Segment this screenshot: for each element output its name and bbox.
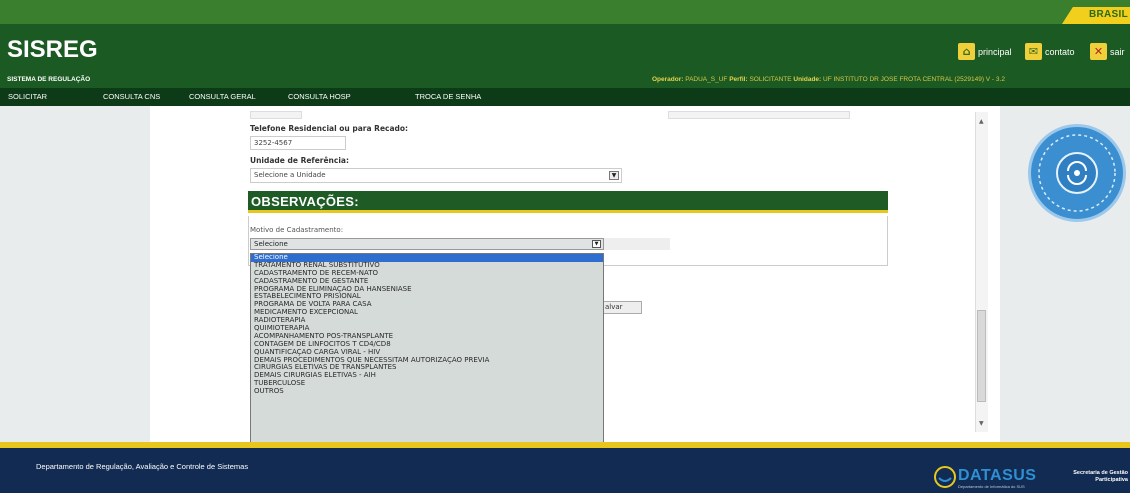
salvar-button[interactable]: alvar	[598, 301, 642, 314]
motivo-field-bg	[604, 238, 670, 250]
dropdown-option[interactable]: QUANTIFICAÇÃO CARGA VIRAL - HIV	[251, 349, 603, 357]
app-header: SISREG SISTEMA DE REGULAÇÃO ⌂ principal …	[0, 24, 1130, 88]
dropdown-option[interactable]: ACOMPANHAMENTO PÓS-TRANSPLANTE	[251, 333, 603, 341]
seal-graphic	[1038, 134, 1116, 212]
operador-value: PADUA_S_UF	[685, 76, 728, 83]
close-icon: ✕	[1090, 43, 1107, 60]
footer-text: Departamento de Regulação, Avaliação e C…	[36, 462, 249, 471]
dropdown-option[interactable]: QUIMIOTERAPIA	[251, 325, 603, 333]
ambiente-treinamento-seal	[1028, 124, 1126, 222]
menu-consulta-geral[interactable]: CONSULTA GERAL	[189, 92, 256, 101]
top-strip: BRASIL	[0, 0, 1130, 24]
home-icon: ⌂	[958, 43, 975, 60]
telefone-label: Telefone Residencial ou para Recado:	[250, 124, 409, 133]
scroll-down-icon[interactable]: ▼	[979, 420, 984, 427]
menu-consulta-hosp[interactable]: CONSULTA HOSP	[288, 92, 351, 101]
mail-icon: ✉	[1025, 43, 1042, 60]
dropdown-option[interactable]: PROGRAMA DE VOLTA PARA CASA	[251, 301, 603, 309]
dropdown-option[interactable]: PROGRAMA DE ELIMINAÇÃO DA HANSENÍASE	[251, 286, 603, 294]
menu-troca-de-senha[interactable]: TROCA DE SENHA	[415, 92, 481, 101]
dropdown-option[interactable]: CADASTRAMENTO DE RECEM-NATO	[251, 270, 603, 278]
dropdown-option[interactable]: ESTABELECIMENTO PRISIONAL	[251, 293, 603, 301]
cut-off-field	[250, 111, 302, 119]
perfil-label: Perfil:	[729, 76, 748, 83]
cut-off-field-right	[668, 111, 850, 119]
observacoes-header: OBSERVAÇÕES:	[248, 191, 888, 213]
sair-label: sair	[1110, 46, 1125, 57]
vertical-scrollbar[interactable]: ▲ ▼	[975, 112, 988, 432]
telefone-input[interactable]: 3252-4567	[250, 136, 346, 150]
dropdown-option[interactable]: MEDICAMENTO EXCEPCIONAL	[251, 309, 603, 317]
sisreg-subtitle: SISTEMA DE REGULAÇÃO	[7, 76, 91, 83]
chevron-down-icon[interactable]: ▼	[592, 240, 601, 248]
brasil-label: BRASIL	[1088, 9, 1128, 20]
sair-link[interactable]: ✕ sair	[1090, 43, 1125, 60]
brasil-badge[interactable]: BRASIL	[1062, 7, 1130, 24]
unidade-value: UF INSTITUTO DR JOSE FROTA CENTRAL (2529…	[823, 76, 1005, 83]
dropdown-option[interactable]: Selecione	[251, 254, 603, 262]
motivo-selected-value: Selecione	[254, 240, 288, 248]
footer: Departamento de Regulação, Avaliação e C…	[0, 448, 1130, 493]
dropdown-option[interactable]: CIRURGIAS ELETIVAS DE TRANSPLANTES	[251, 364, 603, 372]
dropdown-option[interactable]: DEMAIS PROCEDIMENTOS QUE NECESSITAM AUTO…	[251, 357, 603, 365]
dropdown-option[interactable]: CADASTRAMENTO DE GESTANTE	[251, 278, 603, 286]
datasus-subtitle: Departamento de Informática do SUS	[958, 484, 1025, 489]
menu-consulta-cns[interactable]: CONSULTA CNS	[103, 92, 160, 101]
unidade-referencia-label: Unidade de Referência:	[250, 156, 349, 165]
scroll-up-icon[interactable]: ▲	[979, 118, 984, 125]
dropdown-option[interactable]: RADIOTERAPIA	[251, 317, 603, 325]
dropdown-option[interactable]: OUTROS	[251, 388, 603, 396]
principal-label: principal	[978, 46, 1012, 57]
chevron-down-icon[interactable]: ▼	[609, 171, 619, 180]
motivo-select[interactable]: Selecione ▼	[250, 238, 604, 250]
dropdown-option[interactable]: TUBERCULOSE	[251, 380, 603, 388]
motivo-dropdown-list[interactable]: Selecione TRATAMENTO RENAL SUBSTITUTIVO CA…	[250, 253, 604, 448]
unidade-label: Unidade:	[793, 76, 822, 83]
motivo-label: Motivo de Cadastramento:	[250, 226, 344, 234]
observacoes-title: OBSERVAÇÕES:	[251, 194, 359, 209]
scrollbar-thumb[interactable]	[977, 310, 986, 402]
dropdown-option[interactable]: TRATAMENTO RENAL SUBSTITUTIVO	[251, 262, 603, 270]
unidade-referencia-select[interactable]: Selecione a Unidade	[250, 168, 622, 183]
operador-label: Operador:	[652, 76, 684, 83]
contato-label: contato	[1045, 46, 1075, 57]
menu-solicitar[interactable]: SOLICITAR	[8, 92, 47, 101]
dropdown-option[interactable]: CONTAGEM DE LINFÓCITOS T CD4/CD8	[251, 341, 603, 349]
perfil-value: SOLICITANTE	[749, 76, 792, 83]
sisreg-logo: SISREG	[7, 36, 98, 63]
principal-link[interactable]: ⌂ principal	[958, 43, 1012, 60]
contato-link[interactable]: ✉ contato	[1025, 43, 1075, 60]
unidade-referencia-value: Selecione a Unidade	[254, 171, 326, 179]
dropdown-option[interactable]: DEMAIS CIRURGIAS ELETIVAS - AIH	[251, 372, 603, 380]
datasus-brand: DATASUS	[958, 467, 1037, 484]
datasus-logo-icon	[934, 466, 956, 488]
secretaria-label: Secretaria de Gestão Participativa	[1073, 470, 1128, 483]
operator-info: Operador: PADUA_S_UF Perfil: SOLICITANTE…	[652, 76, 1005, 83]
main-menu: SOLICITAR CONSULTA CNS CONSULTA GERAL CO…	[0, 88, 1130, 106]
